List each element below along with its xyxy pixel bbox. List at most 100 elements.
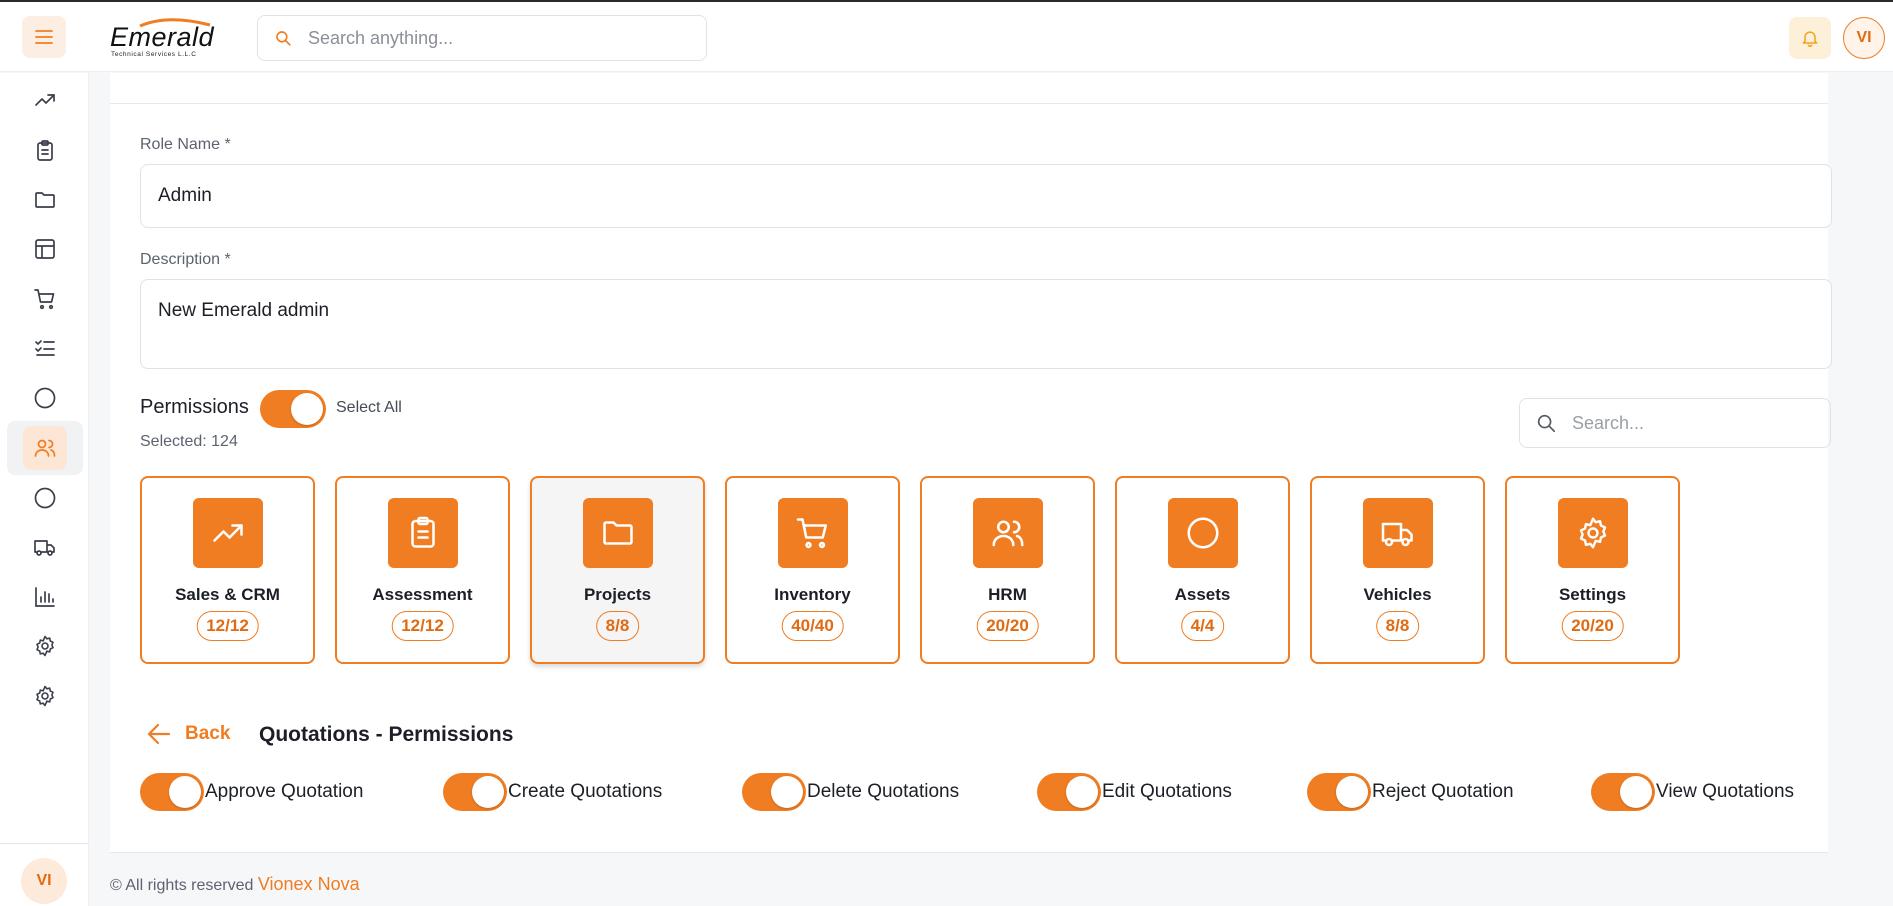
select-all-toggle[interactable] — [260, 390, 326, 428]
sidebar-item-system-settings[interactable] — [7, 669, 83, 723]
module-name: Vehicles — [1363, 585, 1432, 604]
module-card-settings[interactable]: Settings 20/20 — [1505, 476, 1680, 664]
search-icon — [258, 29, 308, 47]
permission-toggle[interactable] — [443, 773, 507, 811]
module-card-hrm[interactable]: HRM 20/20 — [920, 476, 1095, 664]
module-card-assets[interactable]: Assets 4/4 — [1115, 476, 1290, 664]
trending-up-icon — [35, 94, 55, 106]
back-label: Back — [185, 723, 231, 744]
sidebar-item-users[interactable] — [7, 421, 83, 475]
sidebar-divider — [0, 843, 89, 844]
module-count-badge: 40/40 — [781, 611, 844, 641]
global-search-input[interactable] — [308, 27, 688, 49]
sidebar-item-projects[interactable] — [7, 173, 83, 227]
bar-chart-icon — [35, 587, 55, 607]
module-card-assessment[interactable]: Assessment 12/12 — [335, 476, 510, 664]
sidebar-item-settings[interactable] — [7, 619, 83, 673]
company-logo[interactable]: Emerald Technical Services L.L.C — [108, 16, 228, 58]
permission-toggle[interactable] — [1037, 773, 1101, 811]
cart-icon — [796, 518, 828, 549]
permission-label: Approve Quotation — [205, 781, 364, 802]
sidebar-item-assessment[interactable] — [7, 124, 83, 178]
back-button[interactable]: Back — [147, 723, 230, 745]
gear-icon — [1579, 517, 1607, 549]
circle-icon — [1187, 517, 1219, 549]
sidebar-item-sales[interactable] — [7, 73, 83, 127]
module-name: HRM — [988, 585, 1027, 604]
top-header: Emerald Technical Services L.L.C VI — [0, 2, 1893, 72]
footer-copyright: © All rights reserved — [110, 877, 254, 894]
sidebar-item-tasks[interactable] — [7, 321, 83, 375]
module-name: Settings — [1558, 585, 1627, 604]
module-name: Assets — [1174, 585, 1231, 604]
circle-icon — [34, 487, 56, 509]
sidebar-item-assets[interactable] — [7, 471, 83, 525]
clipboard-icon — [411, 516, 435, 548]
permission-label: Reject Quotation — [1372, 781, 1514, 802]
arrow-left-icon — [147, 723, 171, 745]
gear-icon — [36, 685, 54, 707]
module-count-badge: 4/4 — [1180, 611, 1225, 641]
module-count-badge: 12/12 — [391, 611, 454, 641]
trending-up-icon — [213, 524, 243, 542]
sidebar: VI — [0, 73, 89, 906]
menu-toggle-button[interactable] — [22, 16, 66, 58]
module-card-sales-crm[interactable]: Sales & CRM 12/12 — [140, 476, 315, 664]
permission-toggle[interactable] — [1591, 773, 1655, 811]
module-count-badge: 12/12 — [196, 611, 259, 641]
logo-subtitle: Technical Services L.L.C — [111, 51, 197, 58]
users-icon — [992, 520, 1024, 547]
module-name: Projects — [583, 585, 652, 604]
sidebar-item-vehicles[interactable] — [7, 520, 83, 574]
sidebar-item-reports[interactable] — [7, 570, 83, 624]
section-title: Quotations - Permissions — [259, 723, 514, 746]
global-search[interactable] — [257, 15, 707, 61]
role-form-card: Role Name * Admin Description * New Emer… — [110, 73, 1832, 853]
permission-toggle[interactable] — [1307, 773, 1371, 811]
module-card-inventory[interactable]: Inventory 40/40 — [725, 476, 900, 664]
module-name: Inventory — [774, 585, 851, 604]
select-all-label: Select All — [336, 399, 402, 416]
bell-icon — [1802, 31, 1818, 48]
sidebar-item-layout[interactable] — [7, 222, 83, 276]
folder-icon — [603, 521, 633, 545]
cart-icon — [34, 289, 55, 310]
permission-view-quotations: View Quotations — [1591, 773, 1794, 811]
permission-label: Create Quotations — [508, 781, 663, 802]
gear-icon — [36, 635, 54, 657]
permission-edit-quotations: Edit Quotations — [1037, 773, 1232, 811]
layout-icon — [35, 239, 55, 259]
module-count-badge: 8/8 — [595, 611, 640, 641]
sidebar-user-avatar[interactable]: VI — [21, 858, 67, 904]
permission-search[interactable] — [1519, 398, 1831, 448]
circle-icon — [34, 387, 56, 409]
sidebar-item-inventory[interactable] — [7, 272, 83, 326]
truck-icon — [1381, 522, 1413, 547]
module-count-badge: 8/8 — [1375, 611, 1420, 641]
user-avatar[interactable]: VI — [1843, 17, 1885, 59]
module-card-vehicles[interactable]: Vehicles 8/8 — [1310, 476, 1485, 664]
module-name: Sales & CRM — [175, 585, 280, 604]
permission-toggle[interactable] — [140, 773, 204, 811]
permission-toggle[interactable] — [742, 773, 806, 811]
permission-label: View Quotations — [1656, 781, 1795, 802]
permission-search-input[interactable] — [1572, 412, 1812, 434]
role-name-input[interactable]: Admin — [140, 164, 1832, 228]
permissions-label: Permissions — [140, 396, 249, 418]
selected-count: Selected: 124 — [140, 433, 238, 450]
permission-delete-quotations: Delete Quotations — [742, 773, 959, 811]
truck-icon — [34, 540, 55, 556]
role-name-label: Role Name * — [140, 136, 231, 153]
search-icon — [1520, 412, 1572, 434]
content-bottom-divider — [110, 852, 1828, 853]
permission-approve-quotation: Approve Quotation — [140, 773, 363, 811]
description-label: Description * — [140, 251, 231, 268]
permission-create-quotations: Create Quotations — [443, 773, 662, 811]
card-divider — [110, 103, 1828, 104]
footer-brand-link[interactable]: Vionex Nova — [258, 874, 360, 894]
sidebar-item-module[interactable] — [7, 371, 83, 425]
notifications-button[interactable] — [1789, 17, 1831, 59]
checklist-icon — [35, 340, 55, 356]
description-textarea[interactable]: New Emerald admin — [140, 279, 1832, 369]
module-card-projects[interactable]: Projects 8/8 — [530, 476, 705, 664]
